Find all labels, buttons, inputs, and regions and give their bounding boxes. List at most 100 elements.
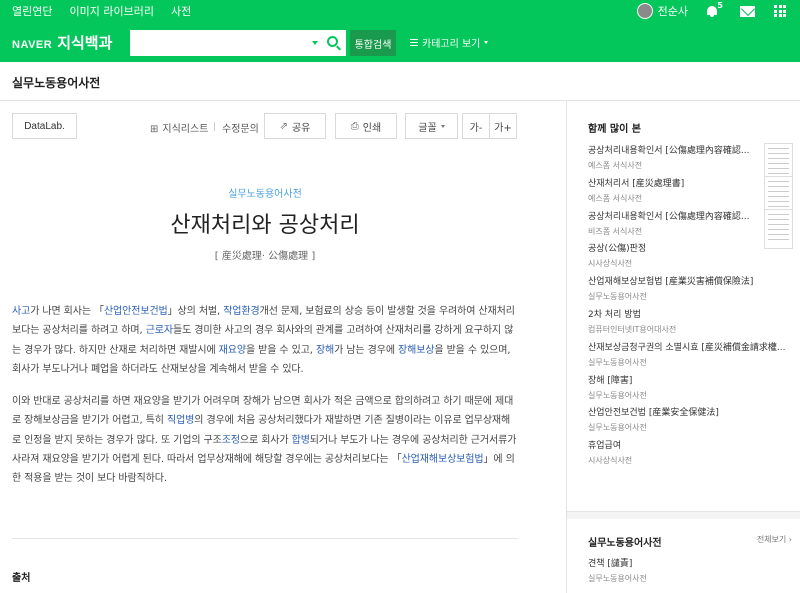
divider — [12, 538, 518, 539]
source-heading: 출처 — [12, 573, 31, 584]
naver-logo[interactable]: NAVER 지식백과 — [12, 32, 112, 52]
edit-request-link[interactable]: 수정문의 — [222, 120, 259, 135]
notification-count: 5 — [717, 0, 723, 10]
share-button[interactable]: ⇗ 공유 — [264, 113, 326, 139]
chevron-down-icon — [440, 124, 445, 128]
dictionary-item-source: 실무노동용어사전 — [588, 574, 647, 583]
related-item-title: 산업재해보상보험법 [産業災害補償保險法] — [588, 277, 754, 288]
related-item[interactable]: 장해 [障害] 실무노동용어사전 — [588, 375, 788, 405]
knowledge-list-label: 지식리스트 — [162, 124, 209, 135]
related-item[interactable]: 공상처리내용확인서 [公傷處理內容確認... 비즈폼 서식사전 — [588, 211, 788, 241]
dictionary-name[interactable]: 실무노동용어사전 — [12, 74, 100, 91]
related-item-source: 실무노동용어사전 — [588, 357, 647, 367]
term-link[interactable]: 합병 — [292, 435, 310, 446]
text-segment: 」상의 처벌, — [167, 306, 224, 317]
related-item[interactable]: 산업재해보상보험법 [産業災害補償保險法] 실무노동용어사전 — [588, 276, 788, 306]
dictionary-section-title: 실무노동용어사전 — [588, 538, 662, 549]
related-item-source: 실무노동용어사전 — [588, 390, 647, 400]
integrated-search-button[interactable]: 통합검색 — [350, 30, 396, 56]
share-icon: ⇗ — [279, 120, 288, 132]
top-link-image-library[interactable]: 이미지 라이브러리 — [69, 3, 153, 19]
category-view-button[interactable]: 카테고리 보기 — [410, 35, 489, 50]
paragraph-2: 이와 반대로 공상처리를 하면 재요양을 받기가 어려우며 장해가 남으면 회사… — [12, 392, 518, 488]
mail-icon[interactable] — [740, 5, 755, 17]
divider — [567, 511, 800, 519]
category-view-label: 카테고리 보기 — [422, 39, 481, 50]
bell-icon[interactable]: 5 — [706, 1, 723, 18]
dictionary-item-title: 견책 [譴責] — [588, 559, 633, 569]
dictionary-item[interactable]: 견책 [譴責] 실무노동용어사전 — [588, 558, 788, 588]
term-link[interactable]: 산업안전보건법 — [104, 306, 168, 317]
term-link[interactable]: 장해보상 — [398, 345, 435, 356]
printer-icon: ⎙ — [350, 120, 359, 132]
text-segment: 가 나면 회사는 「 — [30, 306, 104, 317]
related-item[interactable]: 산업안전보건법 [産業安全保健法] 실무노동용어사전 — [588, 407, 788, 437]
related-item-title: 공상처리내용확인서 [公傷處理內容確認... — [588, 211, 750, 222]
knowledge-list-link[interactable]: ⊞ 지식리스트 — [150, 120, 208, 135]
top-link-dictionary[interactable]: 사전 — [171, 3, 191, 19]
dictionary-bar: 실무노동용어사전 — [0, 62, 800, 101]
chevron-down-icon[interactable] — [312, 41, 318, 45]
view-all-link[interactable]: 전체보기 › — [757, 534, 792, 545]
search-header: NAVER 지식백과 통합검색 카테고리 보기 — [0, 22, 800, 62]
search-input[interactable] — [131, 31, 301, 55]
related-item-title: 산업안전보건법 [産業安全保健法] — [588, 408, 719, 419]
share-label: 공유 — [291, 122, 311, 134]
term-link[interactable]: 조정 — [222, 435, 240, 446]
list-icon — [410, 39, 418, 46]
term-link[interactable]: 직업병 — [167, 415, 194, 426]
font-larger-button[interactable]: 가+ — [489, 113, 517, 139]
related-item-source: 컴퓨터인터넷IT용어대사전 — [588, 325, 677, 334]
related-item-title: 산재보상금청구권의 소멸시효 [産災補償金請求權... — [588, 342, 786, 353]
related-item-title: 장해 [障害] — [588, 375, 633, 386]
apps-grid-icon[interactable] — [774, 5, 786, 17]
related-item[interactable]: 산재처리서 [産災處理書] 예스폼 서식사전 — [588, 178, 788, 208]
related-item[interactable]: 공상(公傷)판정시사상식사전 — [588, 243, 788, 273]
related-item-title: 공상(公傷)판정 — [588, 244, 647, 255]
divider — [214, 122, 215, 131]
font-label: 글꼴 — [418, 122, 437, 134]
font-select-button[interactable]: 글꼴 — [405, 113, 458, 139]
related-item-title: 휴업급여 — [588, 441, 622, 452]
related-item[interactable]: 공상처리내용확인서 [公傷處理內容確認... 예스폼 서식사전 — [588, 145, 788, 175]
related-item-source: 시사상식사전 — [588, 259, 633, 269]
related-item-source: 실무노동용어사전 — [588, 292, 647, 302]
related-title: 함께 많이 본 — [588, 124, 641, 135]
term-link[interactable]: 작업환경 — [223, 306, 260, 317]
text-segment: 을 받을 수 있고, — [245, 344, 316, 356]
related-item-title: 2차 처리 방법 — [588, 310, 641, 320]
related-sidebar: 함께 많이 본 공상처리내용확인서 [公傷處理內容確認... 예스폼 서식사전산재… — [566, 101, 800, 593]
related-item-title: 산재처리서 [産災處理書] — [588, 178, 685, 189]
top-user-area: 전순사 5 — [636, 0, 800, 22]
chevron-down-icon — [484, 41, 489, 44]
text-segment: 가 남는 경우에 — [334, 344, 398, 356]
related-item-title: 공상처리내용확인서 [公傷處理內容確認... — [588, 146, 750, 156]
related-item-source: 비즈폼 서식사전 — [588, 226, 643, 236]
related-item-source: 시사상식사전 — [588, 456, 633, 466]
search-box — [130, 30, 346, 56]
term-link[interactable]: 장해 — [316, 345, 334, 356]
top-link-open-lecture[interactable]: 열린연단 — [12, 3, 52, 19]
avatar[interactable] — [636, 3, 653, 19]
print-button[interactable]: ⎙ 인쇄 — [335, 113, 397, 139]
related-item[interactable]: 휴업급여시사상식사전 — [588, 440, 788, 470]
datalab-button[interactable]: DataLab. — [12, 113, 77, 139]
top-utility-bar: 열린연단 이미지 라이브러리 사전 전순사 5 — [0, 0, 800, 22]
term-link[interactable]: 사고 — [12, 306, 30, 317]
paragraph-1: 사고가 나면 회사는 「산업안전보건법」상의 처벌, 작업환경개선 문제, 보험… — [12, 302, 518, 379]
related-item[interactable]: 산재보상금청구권의 소멸시효 [産災補償金請求權... 실무노동용어사전 — [588, 342, 788, 372]
related-item[interactable]: 2차 처리 방법컴퓨터인터넷IT용어대사전 — [588, 309, 788, 339]
search-icon[interactable] — [327, 36, 338, 47]
related-item-source: 실무노동용어사전 — [588, 423, 647, 433]
font-smaller-button[interactable]: 가- — [462, 113, 490, 139]
term-link[interactable]: 근로자 — [146, 325, 173, 336]
article-toolbar: DataLab. ⊞ 지식리스트 수정문의 ⇗ 공유 ⎙ 인쇄 글꼴 가- 가+ — [12, 113, 517, 139]
term-link[interactable]: 산업재해보상보험법 — [402, 454, 484, 465]
entry-category[interactable]: 실무노동용어사전 — [0, 185, 530, 200]
brand-name: NAVER — [12, 39, 53, 51]
plus-box-icon: ⊞ — [150, 124, 159, 135]
username[interactable]: 전순사 — [658, 3, 688, 19]
term-link[interactable]: 재요양 — [219, 345, 246, 356]
service-name: 지식백과 — [57, 34, 113, 52]
related-item-source: 예스폼 서식사전 — [588, 161, 643, 170]
